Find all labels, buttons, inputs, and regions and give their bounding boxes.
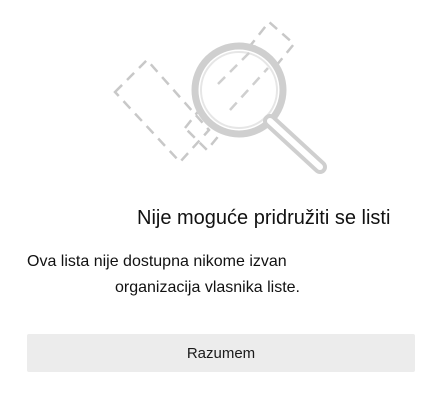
dialog-title: Nije moguće pridružiti se listi [137, 207, 391, 229]
dialog-message-line-1: Ova lista nije dostupna nikome izvan [27, 253, 287, 270]
dialog-message-line-2: organizacija vlasnika liste. [115, 279, 300, 296]
ok-button[interactable]: Razumem [27, 334, 415, 372]
magnifier-icon [191, 42, 327, 174]
illustration [0, 0, 444, 190]
broken-list-magnifier-icon [113, 20, 327, 174]
